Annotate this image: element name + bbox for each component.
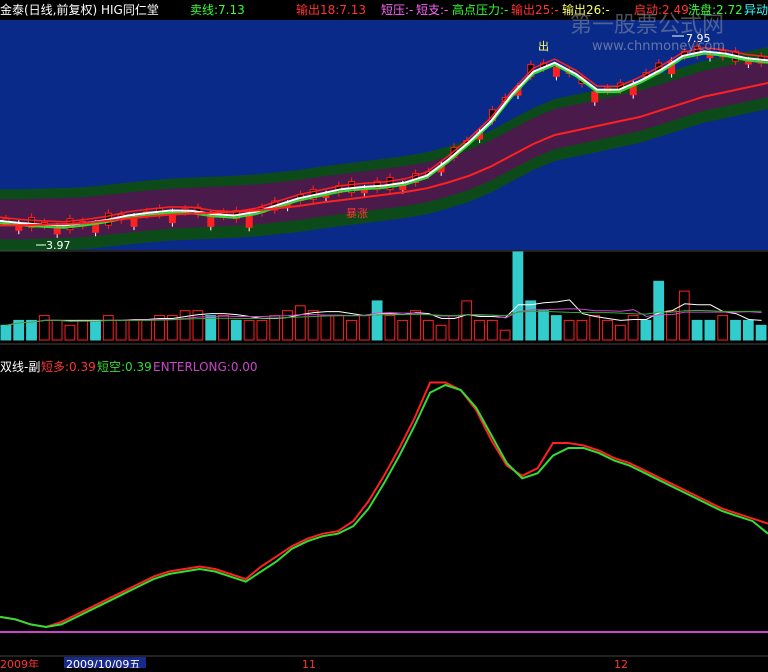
volume-bar[interactable]: [640, 319, 652, 341]
volume-bar[interactable]: [128, 319, 140, 341]
volume-bar[interactable]: [691, 319, 703, 341]
header-value-9: 异动: [744, 3, 768, 17]
svg-text:3.97: 3.97: [46, 239, 71, 252]
volume-bar[interactable]: [448, 315, 460, 341]
stock-chart-canvas[interactable]: 金泰(日线,前复权) HIG同仁堂 卖线:7.13 输出18:7.13 短压:- 短支…: [0, 0, 768, 671]
candle[interactable]: [591, 91, 599, 103]
candle[interactable]: [92, 223, 100, 233]
volume-bar[interactable]: [730, 319, 741, 341]
volume-bar[interactable]: [717, 315, 729, 341]
volume-bar[interactable]: [64, 324, 76, 341]
volume-bar[interactable]: [384, 315, 396, 341]
volume-bar[interactable]: [26, 319, 37, 341]
header-value-3: 短支:-: [416, 3, 448, 17]
enterlong-value: ENTERLONG:0.00: [153, 360, 258, 374]
candle[interactable]: [552, 66, 560, 77]
sell-out-marker: 出: [538, 39, 549, 53]
volume-bar[interactable]: [602, 319, 613, 341]
volume-bar[interactable]: [333, 315, 345, 341]
volume-bar[interactable]: [294, 305, 306, 341]
volume-bar[interactable]: [256, 319, 268, 341]
watermark-url: www.chnmoney.com: [592, 39, 725, 54]
volume-bar[interactable]: [422, 319, 434, 341]
volume-bar[interactable]: [474, 319, 485, 341]
indicator-name: 双线-副: [0, 360, 40, 374]
volume-bar[interactable]: [397, 319, 409, 341]
volume-bar[interactable]: [51, 319, 63, 341]
chart-title: 金泰(日线,前复权) HIG同仁堂: [0, 2, 159, 17]
volume-bar[interactable]: [755, 324, 767, 341]
volume-bar[interactable]: [38, 315, 50, 341]
volume-bar[interactable]: [435, 324, 447, 341]
volume-bar[interactable]: [371, 300, 383, 341]
volume-bar[interactable]: [0, 324, 12, 341]
volume-bar[interactable]: [346, 319, 357, 341]
volume-bar[interactable]: [614, 324, 626, 341]
volume-bar[interactable]: [205, 315, 217, 341]
volume-bar[interactable]: [486, 319, 498, 341]
volume-bar[interactable]: [704, 319, 716, 341]
volume-bar[interactable]: [461, 300, 473, 341]
volume-bar[interactable]: [218, 315, 229, 341]
header-value-0: 卖线:7.13: [190, 3, 245, 17]
header-value-2: 短压:-: [381, 3, 413, 17]
volume-bar[interactable]: [90, 319, 101, 341]
short-short-line: [0, 383, 768, 629]
volume-bar[interactable]: [653, 280, 665, 341]
x-tick-label-year: 2009年: [0, 657, 39, 668]
indicator-lines: [0, 381, 768, 633]
volume-bar[interactable]: [576, 319, 588, 341]
volume-bar[interactable]: [525, 300, 537, 341]
cursor-date-label: 2009/10/09五: [66, 658, 140, 668]
volume-bar[interactable]: [512, 251, 524, 341]
short-long-line: [0, 381, 768, 629]
header-value-5: 输出25:-: [511, 2, 559, 17]
volume-bar[interactable]: [141, 319, 153, 341]
volume-bar[interactable]: [269, 315, 281, 341]
volume-bar[interactable]: [179, 310, 191, 341]
volume-bar[interactable]: [77, 319, 89, 341]
volume-bar[interactable]: [678, 290, 690, 341]
volume-bar[interactable]: [499, 329, 511, 341]
short-long-value: 短多:0.39: [41, 360, 96, 374]
volume-bar[interactable]: [115, 319, 127, 341]
short-short-value: 短空:0.39: [97, 360, 152, 374]
volume-bar[interactable]: [538, 310, 549, 341]
header-value-1: 输出18:7.13: [296, 2, 366, 17]
x-tick-label-12: 12: [614, 658, 628, 668]
x-axis: 2009年 2009/10/09五 11 12: [0, 655, 768, 671]
volume-bar[interactable]: [742, 319, 754, 341]
volume-bar[interactable]: [550, 315, 562, 341]
stock-chart-window[interactable]: 金泰(日线,前复权) HIG同仁堂 卖线:7.13 输出18:7.13 短压:- 短支…: [0, 0, 768, 671]
surge-label: 暴涨: [346, 207, 368, 220]
volume-bar[interactable]: [358, 315, 370, 341]
candle[interactable]: [245, 214, 253, 228]
header-value-4: 高点压力:-: [452, 2, 508, 17]
volume-bar[interactable]: [230, 319, 242, 341]
volume-bar[interactable]: [589, 315, 601, 341]
volume-bar[interactable]: [410, 310, 421, 341]
volume-panel-background: [0, 251, 768, 343]
volume-bar[interactable]: [320, 315, 332, 341]
x-tick-label-11: 11: [302, 658, 316, 668]
volume-bar[interactable]: [243, 319, 255, 341]
volume-bar[interactable]: [102, 315, 114, 341]
watermark-title: 第一股票公式网: [570, 13, 724, 38]
volume-bar[interactable]: [563, 319, 575, 341]
